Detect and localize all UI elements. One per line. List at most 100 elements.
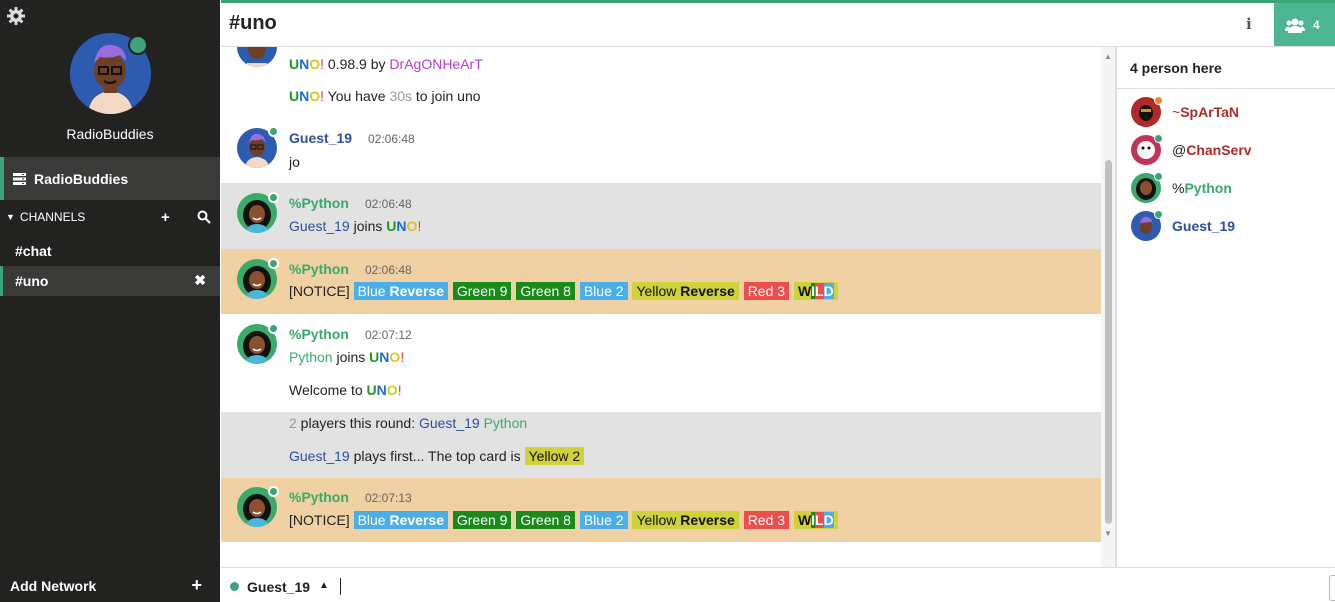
message-nick[interactable]: Guest_19 — [289, 130, 352, 146]
message: Guest_19 plays first... The top card is … — [221, 445, 1101, 478]
message: Guest_19 02:06:48 jo — [221, 116, 1101, 183]
user-item[interactable]: ~SpArTaN — [1131, 96, 1331, 128]
upload-button[interactable] — [1329, 575, 1335, 601]
channel-item-chat[interactable]: #chat — [0, 236, 220, 266]
message-text: jo — [289, 154, 300, 170]
status-indicator — [268, 486, 279, 497]
message-time: 02:06:48 — [365, 263, 412, 277]
status-indicator — [1154, 96, 1163, 105]
message-time: 02:06:48 — [368, 132, 415, 146]
user-item[interactable]: %Python — [1131, 172, 1331, 204]
uno-card: Yellow 2 — [524, 447, 585, 465]
uno-card: WILD — [793, 282, 838, 300]
status-indicator — [268, 126, 279, 137]
gear-icon[interactable] — [6, 6, 26, 26]
network-item[interactable]: RadioBuddies — [0, 157, 220, 200]
uno-card: Green 8 — [516, 511, 575, 529]
plus-icon[interactable]: + — [191, 575, 202, 596]
user-item[interactable]: Guest_19 — [1131, 210, 1331, 242]
message-input[interactable] — [340, 578, 341, 595]
scroll-up-icon[interactable]: ▲ — [1104, 52, 1112, 61]
status-indicator — [1154, 172, 1163, 181]
uno-card: WILD — [793, 511, 838, 529]
user-item[interactable]: @ChanServ — [1131, 134, 1331, 166]
message-nick[interactable]: %Python — [289, 261, 349, 277]
message: 2 players this round: Guest_19 Python — [221, 412, 1101, 445]
message-time: 02:06:48 — [365, 197, 412, 211]
profile-name: RadioBuddies — [66, 126, 154, 142]
uno-card: Blue Reverse — [353, 511, 448, 529]
chevron-up-icon[interactable]: ▲ — [319, 580, 329, 591]
message-text: Guest_19 joins UNO! — [289, 218, 422, 234]
message: Welcome to UNO! — [221, 379, 1101, 412]
uno-card: Red 3 — [743, 282, 790, 300]
message-text: [NOTICE] Blue Reverse Green 9 Green 8 Bl… — [289, 511, 839, 529]
status-indicator — [230, 582, 239, 591]
message: %Python 02:07:12 Python joins UNO! — [221, 314, 1101, 379]
message-nick[interactable]: %Python — [289, 195, 349, 211]
uno-card: Green 9 — [452, 282, 512, 300]
message-text: 2 players this round: Guest_19 Python — [289, 415, 528, 431]
status-indicator — [268, 323, 279, 334]
divider — [1117, 88, 1335, 89]
message-scrollbar[interactable]: ▲ ▼ — [1101, 47, 1116, 567]
userlist-toggle-button[interactable]: 4 — [1274, 3, 1335, 46]
message-input-bar[interactable]: Guest_19 ▲ — [221, 567, 1335, 602]
page-title: #uno — [229, 12, 277, 34]
message-text: [NOTICE] Blue Reverse Green 9 Green 8 Bl… — [289, 282, 839, 300]
user-list: 4 person here ~SpArTaN @ChanServ %Python — [1116, 47, 1335, 567]
channel-item-uno[interactable]: #uno ✖ — [0, 266, 220, 296]
message: %Python 02:07:13 [NOTICE] Blue Reverse G… — [221, 478, 1101, 542]
userlist-title: 4 person here — [1130, 60, 1222, 76]
avatar — [1131, 96, 1163, 127]
current-nick[interactable]: Guest_19 — [247, 579, 310, 595]
status-indicator — [268, 258, 279, 269]
message-list[interactable]: UNO! 0.98.9 by DrAgONHeArT UNO! You have… — [221, 47, 1101, 567]
add-network-button[interactable]: Add Network + — [0, 570, 220, 602]
message: UNO! You have 30s to join uno — [221, 80, 1101, 113]
scrollbar-thumb[interactable] — [1105, 160, 1112, 524]
message-text: Welcome to UNO! — [289, 382, 402, 398]
users-icon — [1285, 18, 1305, 33]
user-count: 4 — [1313, 17, 1320, 32]
close-icon[interactable]: ✖ — [194, 272, 206, 289]
uno-card: Green 9 — [452, 511, 512, 529]
avatar — [1131, 134, 1163, 165]
user-name: @ChanServ — [1172, 142, 1252, 158]
channel-label: #chat — [15, 243, 52, 259]
status-indicator — [1154, 210, 1163, 219]
scroll-down-icon[interactable]: ▼ — [1104, 529, 1112, 538]
chevron-down-icon[interactable]: ▼ — [6, 212, 15, 222]
status-indicator — [128, 35, 148, 55]
add-network-label: Add Network — [10, 578, 97, 594]
channels-header[interactable]: ▼ CHANNELS + — [0, 205, 220, 229]
avatar — [1131, 172, 1163, 203]
uno-card: Blue 2 — [579, 511, 628, 529]
server-icon — [13, 172, 26, 185]
status-indicator — [268, 192, 279, 203]
search-icon[interactable] — [197, 210, 211, 224]
message-time: 02:07:12 — [365, 328, 412, 342]
message: UNO! 0.98.9 by DrAgONHeArT — [221, 47, 1101, 80]
user-name: %Python — [1172, 180, 1232, 196]
user-name: Guest_19 — [1172, 218, 1236, 234]
uno-card: Yellow Reverse — [632, 511, 739, 529]
message-text: UNO! You have 30s to join uno — [289, 88, 481, 104]
avatar — [1131, 210, 1163, 241]
user-name: ~SpArTaN — [1172, 104, 1240, 120]
sidebar: RadioBuddies RadioBuddies ▼ CHANNELS + #… — [0, 0, 220, 602]
uno-card: Yellow Reverse — [632, 282, 739, 300]
status-indicator — [1154, 134, 1163, 143]
author-name: DrAgONHeArT — [389, 56, 483, 72]
info-icon[interactable]: i — [1246, 15, 1252, 33]
uno-card: Red 3 — [743, 511, 790, 529]
channel-header: #uno i 4 — [221, 0, 1335, 47]
network-label: RadioBuddies — [34, 170, 129, 187]
message: %Python 02:06:48 Guest_19 joins UNO! — [221, 183, 1101, 249]
message-nick[interactable]: %Python — [289, 326, 349, 342]
message-text: UNO! 0.98.9 by DrAgONHeArT — [289, 56, 483, 72]
message: %Python 02:06:48 [NOTICE] Blue Reverse G… — [221, 249, 1101, 314]
message-nick[interactable]: %Python — [289, 489, 349, 505]
add-channel-icon[interactable]: + — [161, 209, 170, 226]
channel-label: #uno — [15, 273, 49, 289]
